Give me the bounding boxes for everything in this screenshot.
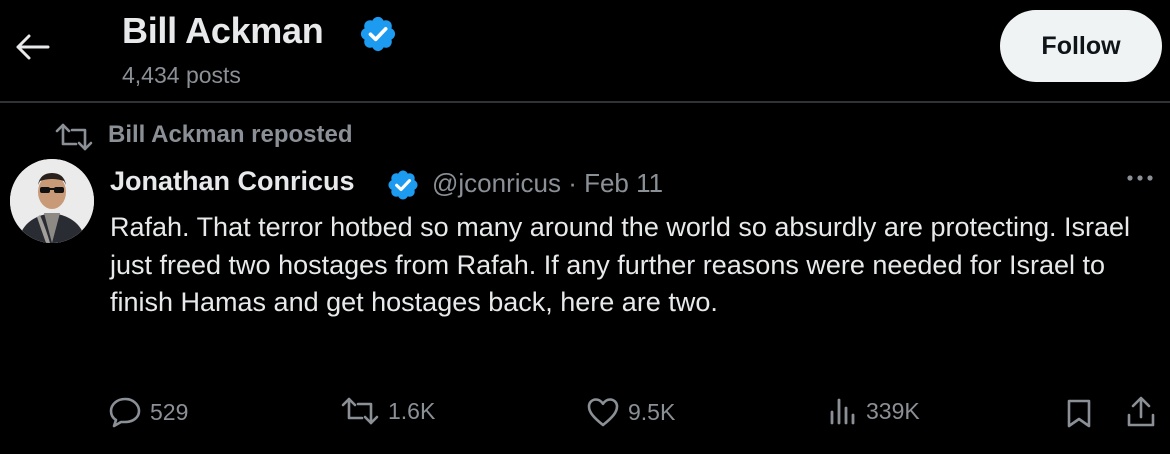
avatar[interactable]	[10, 159, 94, 243]
reply-icon	[108, 396, 142, 428]
analytics-icon	[828, 396, 858, 426]
repost-button[interactable]: 1.6K	[340, 396, 435, 426]
view-count: 339K	[866, 397, 920, 424]
header-divider	[0, 101, 1170, 103]
heart-icon	[586, 396, 620, 428]
back-arrow-icon[interactable]	[14, 30, 54, 64]
follow-button[interactable]: Follow	[1000, 10, 1162, 82]
more-options-icon[interactable]	[1124, 170, 1156, 186]
profile-name: Bill Ackman	[122, 10, 324, 51]
like-button[interactable]: 9.5K	[586, 396, 675, 428]
repost-count: 1.6K	[388, 397, 436, 424]
verified-badge-icon	[358, 14, 398, 54]
repost-icon	[340, 396, 380, 426]
share-icon[interactable]	[1125, 395, 1157, 429]
author-handle-date[interactable]: @jconricus · Feb 11	[432, 168, 663, 199]
tweet-text: Rafah. That terror hotbed so many around…	[110, 212, 1131, 317]
repost-label: Bill Ackman reposted	[108, 121, 353, 148]
like-count: 9.5K	[628, 398, 676, 425]
views-button[interactable]: 339K	[828, 396, 920, 426]
repost-icon	[54, 123, 94, 151]
bookmark-icon[interactable]	[1064, 397, 1094, 429]
author-name[interactable]: Jonathan Conricus	[110, 166, 355, 197]
reply-count: 529	[150, 398, 189, 425]
post-count: 4,434 posts	[122, 62, 241, 88]
verified-badge-icon	[386, 168, 420, 202]
reply-button[interactable]: 529	[108, 396, 188, 428]
